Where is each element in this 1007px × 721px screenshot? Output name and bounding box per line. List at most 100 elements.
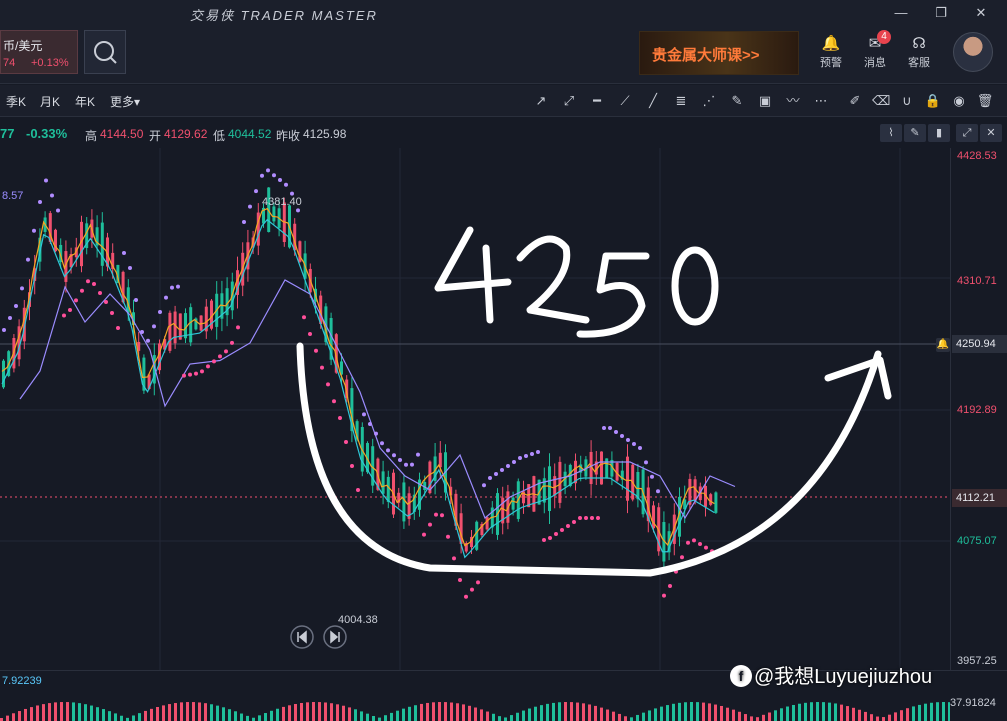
symbol-tab[interactable]: 币/美元 74 +0.13%	[0, 30, 78, 74]
more-tools-icon[interactable]: ⋯	[812, 92, 830, 110]
ma-value-annotation: 8.57	[2, 190, 23, 202]
histogram-bar	[156, 706, 159, 721]
histogram-bar	[372, 716, 375, 721]
histogram-bar	[276, 708, 279, 721]
search-button[interactable]	[84, 30, 126, 74]
magnet-icon[interactable]: ∪	[898, 92, 916, 110]
timeframe-month[interactable]: 月K	[40, 93, 60, 110]
histogram-bar	[348, 707, 351, 721]
lock-icon[interactable]: 🔒	[924, 92, 942, 110]
histogram-bar	[366, 713, 369, 721]
sar-dot	[362, 412, 366, 417]
histogram-bar	[714, 704, 717, 721]
extended-line-icon[interactable]: ⤢	[560, 92, 578, 110]
histogram-bar	[6, 715, 9, 721]
histogram-bar	[624, 716, 627, 721]
trend-line-icon[interactable]: ╱	[644, 92, 662, 110]
sar-dot	[704, 545, 708, 550]
histogram-bar	[210, 704, 213, 721]
support-button[interactable]: ☊ 客服	[901, 34, 937, 70]
sar-dot	[446, 534, 450, 539]
histogram-bar	[612, 711, 615, 721]
sar-dot	[80, 288, 84, 293]
sar-dot	[344, 440, 348, 444]
eraser-icon[interactable]: ⌫	[872, 92, 890, 110]
histogram-bar	[702, 702, 705, 721]
fibonacci-icon[interactable]: ≣	[672, 92, 690, 110]
restore-button[interactable]: ❐	[932, 4, 950, 22]
histogram-bar	[762, 714, 765, 721]
sar-dot	[668, 584, 672, 588]
edit-icon[interactable]: ✐	[846, 92, 864, 110]
sar-dot	[422, 532, 426, 537]
histogram-bar	[774, 710, 777, 721]
promo-banner-text: 贵金属大师课>>	[652, 47, 760, 64]
sar-dot	[254, 189, 258, 194]
image-icon[interactable]: ▣	[756, 92, 774, 110]
sar-dot	[338, 416, 342, 420]
histogram-bar	[234, 711, 237, 721]
sar-dot	[74, 298, 78, 303]
close-chart-icon[interactable]: ✕	[980, 124, 1002, 142]
histogram-bar	[426, 702, 429, 721]
indicator-settings-icon[interactable]: ⌇	[880, 124, 902, 142]
eye-icon[interactable]: ◉	[950, 92, 968, 110]
ray-line-icon[interactable]: ↗	[532, 92, 550, 110]
histogram-bar	[186, 702, 189, 721]
sar-dot	[8, 316, 12, 320]
sar-dot	[248, 204, 252, 209]
candlestick-chart[interactable]: 4381.40 4004.38 8.57	[0, 148, 950, 670]
axis-crosshair-value: 4250.94	[952, 335, 1007, 353]
histogram-bar	[570, 702, 573, 721]
sar-dot	[650, 474, 654, 479]
line-chart-icon[interactable]: 〰	[784, 92, 802, 110]
promo-banner[interactable]: 贵金属大师课>>	[639, 31, 799, 75]
histogram-bar	[738, 711, 741, 721]
alert-button[interactable]: 🔔 预警	[813, 34, 849, 70]
histogram-bar	[282, 706, 285, 721]
search-icon	[94, 41, 117, 64]
sar-dot	[224, 349, 228, 354]
histogram-bar	[924, 703, 927, 721]
histogram-bar	[228, 709, 231, 721]
histogram-bar	[822, 702, 825, 721]
histogram-bar	[756, 717, 759, 721]
axis-label-5: 4075.07	[957, 535, 997, 547]
histogram-bar	[552, 702, 555, 721]
histogram-bar	[840, 704, 843, 721]
histogram-bar	[810, 702, 813, 721]
sar-dot	[662, 593, 666, 598]
sar-dot	[302, 315, 306, 320]
sar-dot	[476, 580, 480, 585]
sar-dot	[206, 364, 210, 369]
histogram-bar	[48, 703, 51, 721]
replay-controls	[290, 625, 347, 649]
sar-dot	[596, 516, 600, 520]
fullscreen-icon[interactable]: ⤢	[956, 124, 978, 142]
candle-type-icon[interactable]: ▮	[928, 124, 950, 142]
histogram-bar	[78, 703, 81, 721]
horizontal-line-icon[interactable]: ━	[588, 92, 606, 110]
chart-grid	[0, 148, 950, 670]
sar-dot	[290, 191, 294, 196]
timeframe-year[interactable]: 年K	[75, 93, 95, 110]
histogram-bar	[516, 712, 519, 721]
histogram-bar	[420, 703, 423, 721]
minimize-button[interactable]: —	[892, 4, 910, 22]
low-value: 4044.52	[228, 127, 272, 141]
price-alert-bell-icon[interactable]: 🔔	[936, 338, 950, 352]
trash-icon[interactable]: 🗑	[976, 92, 994, 110]
timeframe-quarter[interactable]: 季K	[6, 93, 26, 110]
parallel-channel-icon[interactable]: ⟋	[616, 92, 634, 110]
draw-icon[interactable]: ✎	[904, 124, 926, 142]
sar-dot	[152, 324, 156, 329]
brush-icon[interactable]: ✎	[728, 92, 746, 110]
handwritten-2	[516, 235, 590, 324]
close-button[interactable]: ✕	[972, 4, 990, 22]
timeframe-more[interactable]: 更多▾	[110, 93, 140, 110]
histogram-bar	[462, 704, 465, 721]
histogram-bar	[360, 711, 363, 721]
messages-button[interactable]: ✉ 4 消息	[857, 30, 893, 70]
user-avatar[interactable]	[953, 32, 993, 72]
fan-icon[interactable]: ⋰	[700, 92, 718, 110]
